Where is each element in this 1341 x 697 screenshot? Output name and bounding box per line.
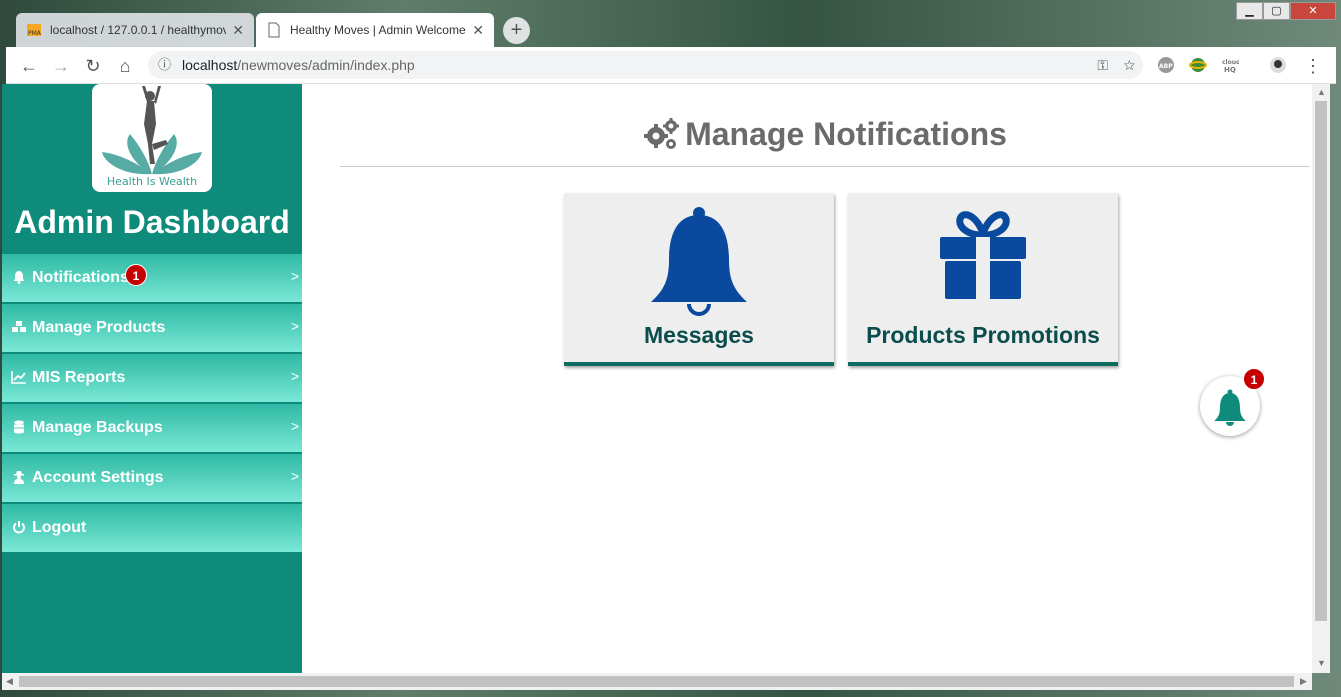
url-host: localhost [182,57,238,73]
tab-admin-welcome[interactable]: Healthy Moves | Admin Welcome ✕ [256,13,494,47]
gift-icon [848,205,1118,317]
reload-icon[interactable]: ↻ [82,55,104,77]
sidebar-item-label: Manage Backups [32,419,163,436]
globe-extension-icon[interactable] [1188,56,1208,74]
minimize-button[interactable]: ▁ [1236,2,1263,20]
close-window-button[interactable]: ✕ [1290,2,1336,20]
scrollbar-thumb[interactable] [19,676,1294,687]
svg-text:HQ: HQ [1224,66,1236,74]
card-label: Messages [644,322,754,348]
products-promotions-card[interactable]: Products Promotions [848,193,1118,366]
close-tab-icon[interactable]: ✕ [472,22,484,39]
new-tab-button[interactable]: + [503,17,530,44]
tab-phpmyadmin[interactable]: PMA localhost / 127.0.0.1 / healthymoves… [16,13,254,47]
sidebar-item-mis-reports[interactable]: MIS Reports > [2,354,302,404]
line-chart-icon [10,370,28,387]
chevron-right-icon: > [290,468,299,484]
home-icon[interactable]: ⌂ [114,55,136,77]
url-path: /newmoves/admin/index.php [237,57,415,73]
cloudhq-extension-icon[interactable]: cloud HQ [1220,56,1240,74]
address-bar[interactable]: ⓘ localhost/newmoves/admin/index.php ⚿ ☆ [148,51,1143,79]
key-icon[interactable]: ⚿ [1097,57,1108,73]
info-icon[interactable]: ⓘ [158,51,171,79]
logo: Health Is Wealth [92,84,212,192]
page-title: Manage Notifications [340,116,1310,167]
card-label: Products Promotions [866,322,1100,348]
user-secret-icon [10,470,28,487]
scroll-down-icon[interactable]: ▼ [1317,658,1326,668]
phpmyadmin-icon: PMA [26,22,42,38]
window-controls: ▁ ▢ ✕ [1236,2,1336,20]
sidebar-item-label: Notifications [32,269,129,286]
gears-icon [643,118,680,158]
page-icon [266,22,282,38]
logo-tagline: Health Is Wealth [106,175,198,188]
sidebar-menu: Notifications 1 > Manage Products > MIS … [2,254,302,554]
page-title-text: Manage Notifications [685,116,1007,152]
chevron-right-icon: > [290,368,299,384]
adblock-extension-icon[interactable]: ABP [1156,56,1176,74]
star-icon[interactable]: ☆ [1124,57,1135,73]
cubes-icon [10,320,28,337]
sidebar-item-label: MIS Reports [32,369,126,386]
browser-toolbar: ← → ↻ ⌂ ⓘ localhost/newmoves/admin/index… [6,47,1336,84]
scroll-right-icon[interactable]: ▶ [1300,676,1307,687]
profile-avatar-icon[interactable] [1268,56,1288,74]
scroll-left-icon[interactable]: ◀ [6,676,13,687]
tab-title: localhost / 127.0.0.1 / healthymoves [50,23,227,37]
database-icon [10,420,28,437]
page-viewport: Health Is Wealth Admin Dashboard Notific… [2,84,1312,673]
sidebar-item-manage-products[interactable]: Manage Products > [2,304,302,354]
svg-text:ABP: ABP [1159,63,1173,70]
sidebar: Health Is Wealth Admin Dashboard Notific… [2,84,302,673]
back-icon[interactable]: ← [18,55,40,77]
vertical-scrollbar[interactable]: ▲ ▼ [1312,84,1330,673]
chevron-right-icon: > [290,318,299,334]
floating-notification-button[interactable]: 1 [1200,368,1265,436]
horizontal-scrollbar[interactable]: ◀ ▶ [2,673,1312,690]
tab-strip: PMA localhost / 127.0.0.1 / healthymoves… [6,0,1336,47]
sidebar-item-logout[interactable]: Logout [2,504,302,554]
chevron-right-icon: > [290,268,299,284]
sidebar-item-label: Account Settings [32,469,164,486]
main-content: Manage Notifications Messages Products P… [302,84,1312,673]
close-tab-icon[interactable]: ✕ [232,22,244,39]
svg-text:cloud: cloud [1222,59,1239,66]
bell-icon [10,270,28,287]
menu-dots-icon[interactable]: ⋮ [1302,55,1324,77]
scrollbar-thumb[interactable] [1315,101,1327,621]
sidebar-item-label: Manage Products [32,319,166,336]
sidebar-item-account-settings[interactable]: Account Settings > [2,454,302,504]
sidebar-item-manage-backups[interactable]: Manage Backups > [2,404,302,454]
svg-text:PMA: PMA [28,30,42,37]
messages-card[interactable]: Messages [564,193,834,366]
tab-title: Healthy Moves | Admin Welcome [290,23,466,37]
notification-count-badge: 1 [125,264,147,286]
chevron-right-icon: > [290,418,299,434]
sidebar-item-notifications[interactable]: Notifications 1 > [2,254,302,304]
forward-icon[interactable]: → [50,55,72,77]
power-icon [10,520,28,537]
maximize-button[interactable]: ▢ [1263,2,1290,20]
bell-icon [564,205,834,317]
dashboard-title: Admin Dashboard [14,204,290,240]
notification-count-badge: 1 [1243,368,1265,390]
sidebar-item-label: Logout [32,519,87,536]
scroll-up-icon[interactable]: ▲ [1317,87,1326,97]
